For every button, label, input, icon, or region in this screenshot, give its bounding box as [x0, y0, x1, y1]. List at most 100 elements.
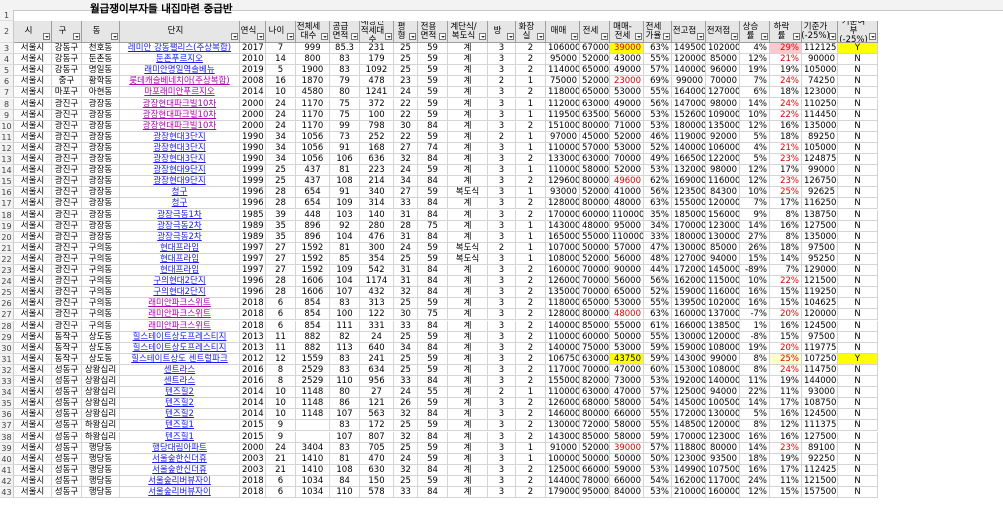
cell-bathrooms[interactable]: 2 — [516, 87, 546, 99]
cell-previous-high[interactable]: 166000 — [672, 320, 706, 332]
cell-total-households[interactable]: 896 — [296, 231, 330, 243]
cell-sale-price[interactable]: 117000 — [546, 364, 580, 376]
cell-fall-rate[interactable]: 12% — [770, 420, 802, 432]
filter-dropdown-icon[interactable] — [321, 33, 328, 40]
cell-gu[interactable]: 광진구 — [52, 220, 82, 232]
cell-previous-high[interactable]: 147000 — [672, 98, 706, 110]
cell-pyeong[interactable]: 31 — [394, 265, 418, 277]
cell-previous-low[interactable]: 120000 — [706, 331, 740, 343]
cell-area-households[interactable]: 313 — [360, 298, 394, 310]
cell-rise-rate[interactable]: 12% — [740, 487, 770, 499]
cell-exclusive-area[interactable]: 74 — [418, 142, 448, 154]
cell-sale-minus-jeonse[interactable]: 66000 — [610, 475, 644, 487]
cell-bathrooms[interactable]: 1 — [516, 187, 546, 199]
cell-si[interactable]: 서울시 — [14, 187, 52, 199]
cell-previous-high[interactable]: 170000 — [672, 220, 706, 232]
row-number[interactable]: 2 — [0, 21, 14, 43]
cell-gu[interactable]: 성동구 — [52, 409, 82, 421]
cell-gu[interactable]: 광진구 — [52, 276, 82, 288]
cell-total-households[interactable]: 882 — [296, 342, 330, 354]
cell-total-households[interactable]: 1606 — [296, 287, 330, 299]
cell-exclusive-area[interactable]: 59 — [418, 109, 448, 121]
cell-base-price[interactable]: 135000 — [802, 231, 838, 243]
filter-dropdown-icon[interactable] — [257, 33, 264, 40]
cell-gu[interactable]: 광진구 — [52, 320, 82, 332]
cell-exclusive-area[interactable]: 84 — [418, 287, 448, 299]
cell-stair-type[interactable]: 계 — [448, 198, 488, 210]
filter-dropdown-icon[interactable] — [287, 33, 294, 40]
cell-si[interactable]: 서울시 — [14, 464, 52, 476]
cell-supply-area[interactable]: 83 — [330, 298, 360, 310]
cell-jeonse-price[interactable]: 55000 — [580, 231, 610, 243]
cell-supply-area[interactable]: 109 — [330, 265, 360, 277]
cell-previous-low[interactable]: 130000 — [706, 409, 740, 421]
cell-dong[interactable]: 행당동 — [82, 475, 120, 487]
cell-gu[interactable]: 성동구 — [52, 442, 82, 454]
cell-pyeong[interactable]: 24 — [394, 165, 418, 177]
cell-fall-rate[interactable]: 17% — [770, 398, 802, 410]
cell-sale-minus-jeonse[interactable]: 43750 — [610, 353, 644, 365]
cell-year-built[interactable]: 2000 — [240, 109, 266, 121]
cell-jeonse-ratio[interactable]: 52% — [644, 287, 672, 299]
cell-pyeong[interactable]: 32 — [394, 287, 418, 299]
cell-age[interactable]: 7 — [266, 43, 296, 55]
cell-rooms[interactable]: 3 — [488, 409, 516, 421]
cell-exclusive-area[interactable]: 59 — [418, 76, 448, 88]
cell-previous-high[interactable]: 170000 — [672, 431, 706, 443]
filter-dropdown-icon[interactable] — [571, 33, 578, 40]
cell-dong[interactable]: 광장동 — [82, 154, 120, 166]
cell-sale-price[interactable]: 165000 — [546, 231, 580, 243]
cell-base-price[interactable]: 111375 — [802, 420, 838, 432]
cell-complex[interactable]: 마포래미안푸르지오 — [120, 87, 240, 99]
cell-sale-minus-jeonse[interactable]: 53000 — [610, 342, 644, 354]
cell-exclusive-area[interactable]: 59 — [418, 364, 448, 376]
cell-pyeong[interactable]: 25 — [394, 364, 418, 376]
cell-total-households[interactable]: 1592 — [296, 265, 330, 277]
cell-pyeong[interactable]: 33 — [394, 487, 418, 499]
cell-total-households[interactable]: 654 — [296, 187, 330, 199]
cell-rise-rate[interactable]: 12% — [740, 176, 770, 188]
cell-rooms[interactable]: 3 — [488, 65, 516, 77]
cell-complex[interactable]: 서울숲한신더휴 — [120, 453, 240, 465]
cell-complex[interactable]: 텐즈힐2 — [120, 387, 240, 399]
header-bathrooms[interactable]: 화장실 — [516, 21, 546, 43]
cell-sale-minus-jeonse[interactable]: 48000 — [610, 198, 644, 210]
cell-jeonse-ratio[interactable]: 55% — [644, 87, 672, 99]
cell-jeonse-ratio[interactable]: 56% — [644, 276, 672, 288]
cell-rise-rate[interactable]: 9% — [740, 209, 770, 221]
cell-bathrooms[interactable]: 2 — [516, 154, 546, 166]
cell-area-households[interactable]: 280 — [360, 220, 394, 232]
cell-age[interactable]: 27 — [266, 265, 296, 277]
cell-base-price[interactable]: 121500 — [802, 475, 838, 487]
cell-si[interactable]: 서울시 — [14, 131, 52, 143]
cell-rise-rate[interactable]: 5% — [740, 131, 770, 143]
cell-previous-low[interactable]: 116000 — [706, 176, 740, 188]
cell-jeonse-ratio[interactable]: 53% — [644, 376, 672, 388]
cell-complex[interactable]: 둔촌푸르지오 — [120, 54, 240, 66]
cell-si[interactable]: 서울시 — [14, 287, 52, 299]
cell-fall-rate[interactable]: 8% — [770, 231, 802, 243]
cell-base-price[interactable]: 92625 — [802, 187, 838, 199]
cell-stair-type[interactable]: 계 — [448, 298, 488, 310]
cell-exclusive-area[interactable]: 59 — [418, 253, 448, 265]
cell-si[interactable]: 서울시 — [14, 65, 52, 77]
cell-stair-type[interactable]: 계 — [448, 154, 488, 166]
cell-rooms[interactable]: 3 — [488, 43, 516, 55]
cell-sale-minus-jeonse[interactable]: 41000 — [610, 187, 644, 199]
cell-sale-minus-jeonse[interactable]: 58000 — [610, 398, 644, 410]
cell-year-built[interactable]: 2015 — [240, 431, 266, 443]
cell-sale-price[interactable]: 146000 — [546, 409, 580, 421]
cell-sale-minus-jeonse[interactable]: 55000 — [610, 320, 644, 332]
cell-bathrooms[interactable]: 1 — [516, 442, 546, 454]
cell-fall-rate[interactable]: 25% — [770, 187, 802, 199]
cell-bathrooms[interactable]: 2 — [516, 409, 546, 421]
cell-exclusive-area[interactable]: 59 — [418, 43, 448, 55]
cell-area-households[interactable]: 636 — [360, 154, 394, 166]
cell-base-flag[interactable]: N — [838, 287, 878, 299]
cell-base-flag[interactable]: N — [838, 76, 878, 88]
cell-area-households[interactable]: 122 — [360, 309, 394, 321]
cell-rooms[interactable]: 3 — [488, 220, 516, 232]
cell-pyeong[interactable]: 25 — [394, 253, 418, 265]
cell-dong[interactable]: 행당동 — [82, 442, 120, 454]
cell-age[interactable]: 6 — [266, 475, 296, 487]
